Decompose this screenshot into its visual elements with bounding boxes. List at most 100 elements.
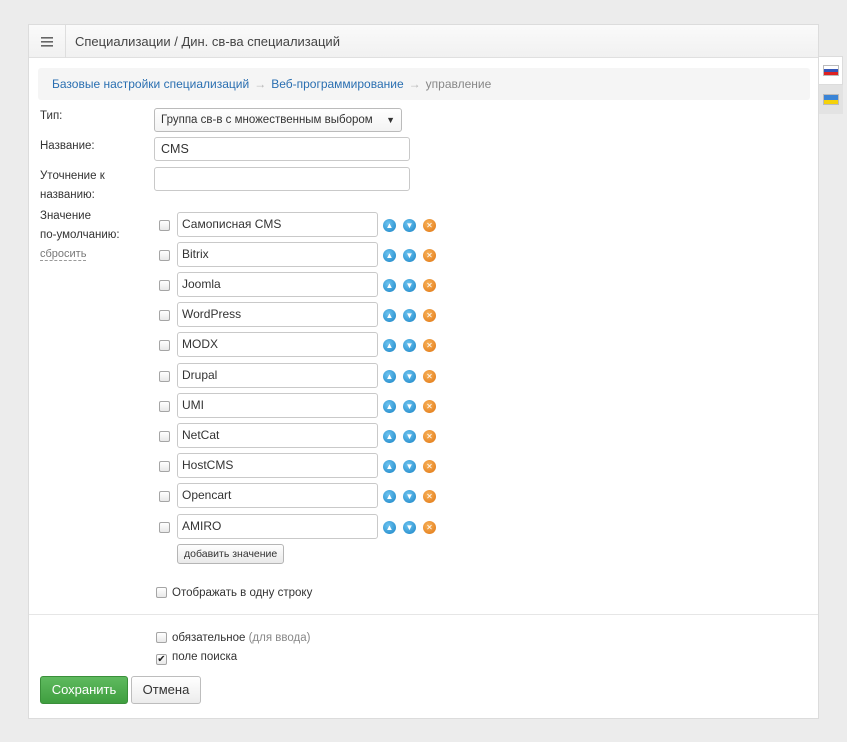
language-tabs: [819, 56, 843, 114]
reset-link[interactable]: сбросить: [40, 248, 87, 261]
arrow-up-circle-icon[interactable]: ▲: [383, 279, 396, 292]
default-label-line2: по-умолчанию:: [40, 229, 120, 241]
breadcrumb-link-web-programming[interactable]: Веб-программирование: [271, 77, 403, 91]
value-checkbox[interactable]: [159, 431, 170, 442]
value-checkbox[interactable]: [159, 491, 170, 502]
hamburger-icon: [41, 36, 53, 47]
value-input[interactable]: Bitrix: [177, 242, 378, 267]
value-checkbox[interactable]: [159, 340, 170, 351]
close-circle-icon[interactable]: ✕: [423, 521, 436, 534]
divider: [29, 614, 818, 615]
required-hint: (для ввода): [248, 632, 311, 644]
arrow-down-circle-icon[interactable]: ▼: [403, 279, 416, 292]
edit-panel: Специализации / Дин. св-ва специализаций…: [28, 24, 819, 719]
search-field-option[interactable]: ✔ поле поиска: [156, 650, 237, 665]
select-caret-icon: ▼: [386, 115, 395, 125]
arrow-down-circle-icon[interactable]: ▼: [403, 521, 416, 534]
one-line-label: Отображать в одну строку: [172, 587, 313, 599]
type-label: Тип:: [40, 110, 63, 122]
close-circle-icon[interactable]: ✕: [423, 460, 436, 473]
value-row: NetCat ▲ ▼ ✕: [157, 423, 457, 449]
search-field-checkbox[interactable]: ✔: [156, 654, 167, 665]
arrow-up-circle-icon[interactable]: ▲: [383, 460, 396, 473]
panel-header: Специализации / Дин. св-ва специализаций: [29, 25, 818, 58]
arrow-up-circle-icon[interactable]: ▲: [383, 370, 396, 383]
name-input[interactable]: CMS: [154, 137, 410, 161]
arrow-down-circle-icon[interactable]: ▼: [403, 219, 416, 232]
value-input[interactable]: WordPress: [177, 302, 378, 327]
value-checkbox[interactable]: [159, 220, 170, 231]
arrow-up-circle-icon[interactable]: ▲: [383, 249, 396, 262]
type-select[interactable]: Группа св-в с множественным выбором ▼: [154, 108, 402, 132]
close-circle-icon[interactable]: ✕: [423, 400, 436, 413]
value-row: Drupal ▲ ▼ ✕: [157, 363, 457, 389]
breadcrumb-separator: →: [254, 77, 267, 91]
value-input[interactable]: Opencart: [177, 483, 378, 508]
arrow-down-circle-icon[interactable]: ▼: [403, 370, 416, 383]
arrow-down-circle-icon[interactable]: ▼: [403, 309, 416, 322]
breadcrumb-link-base-settings[interactable]: Базовые настройки специализаций: [52, 77, 249, 91]
breadcrumb-current: управление: [425, 77, 492, 91]
flag-ru-icon: [822, 65, 839, 76]
value-checkbox[interactable]: [159, 250, 170, 261]
arrow-up-circle-icon[interactable]: ▲: [383, 219, 396, 232]
value-input[interactable]: Drupal: [177, 363, 378, 388]
value-row: AMIRO ▲ ▼ ✕: [157, 514, 457, 540]
value-input[interactable]: NetCat: [177, 423, 378, 448]
arrow-down-circle-icon[interactable]: ▼: [403, 460, 416, 473]
search-field-label: поле поиска: [172, 651, 238, 663]
clarify-label: Уточнение к названию:: [40, 167, 105, 205]
value-checkbox[interactable]: [159, 310, 170, 321]
one-line-checkbox[interactable]: [156, 587, 167, 598]
close-circle-icon[interactable]: ✕: [423, 279, 436, 292]
add-value-button[interactable]: добавить значение: [177, 544, 285, 564]
lang-tab-ru[interactable]: [819, 56, 843, 85]
value-checkbox[interactable]: [159, 522, 170, 533]
arrow-up-circle-icon[interactable]: ▲: [383, 309, 396, 322]
lang-tab-ua[interactable]: [819, 85, 843, 114]
value-checkbox[interactable]: [159, 371, 170, 382]
value-checkbox[interactable]: [159, 280, 170, 291]
arrow-up-circle-icon[interactable]: ▲: [383, 430, 396, 443]
one-line-option[interactable]: Отображать в одну строку: [156, 586, 312, 600]
close-circle-icon[interactable]: ✕: [423, 339, 436, 352]
value-input[interactable]: MODX: [177, 332, 378, 357]
value-row: WordPress ▲ ▼ ✕: [157, 302, 457, 328]
close-circle-icon[interactable]: ✕: [423, 249, 436, 262]
name-label: Название:: [40, 140, 95, 152]
value-input[interactable]: AMIRO: [177, 514, 378, 539]
page-title: Специализации / Дин. св-ва специализаций: [75, 34, 340, 49]
value-input[interactable]: Joomla: [177, 272, 378, 297]
value-checkbox[interactable]: [159, 461, 170, 472]
arrow-down-circle-icon[interactable]: ▼: [403, 400, 416, 413]
value-row: Joomla ▲ ▼ ✕: [157, 272, 457, 298]
arrow-up-circle-icon[interactable]: ▲: [383, 339, 396, 352]
default-label: Значение по-умолчанию: сбросить: [40, 207, 120, 264]
value-row: MODX ▲ ▼ ✕: [157, 332, 457, 358]
arrow-down-circle-icon[interactable]: ▼: [403, 430, 416, 443]
save-button[interactable]: Сохранить: [40, 676, 128, 704]
arrow-down-circle-icon[interactable]: ▼: [403, 490, 416, 503]
value-input[interactable]: UMI: [177, 393, 378, 418]
required-checkbox[interactable]: [156, 632, 167, 643]
arrow-up-circle-icon[interactable]: ▲: [383, 400, 396, 413]
value-input[interactable]: Самописная CMS: [177, 212, 378, 237]
close-circle-icon[interactable]: ✕: [423, 309, 436, 322]
arrow-down-circle-icon[interactable]: ▼: [403, 339, 416, 352]
close-circle-icon[interactable]: ✕: [423, 430, 436, 443]
menu-button[interactable]: [29, 25, 66, 58]
value-input[interactable]: HostCMS: [177, 453, 378, 478]
value-checkbox[interactable]: [159, 401, 170, 412]
required-label: обязательное: [172, 632, 246, 644]
arrow-down-circle-icon[interactable]: ▼: [403, 249, 416, 262]
close-circle-icon[interactable]: ✕: [423, 219, 436, 232]
arrow-up-circle-icon[interactable]: ▲: [383, 521, 396, 534]
clarify-label-line2: названию:: [40, 189, 95, 201]
cancel-button[interactable]: Отмена: [131, 676, 201, 704]
close-circle-icon[interactable]: ✕: [423, 490, 436, 503]
close-circle-icon[interactable]: ✕: [423, 370, 436, 383]
required-option[interactable]: обязательное (для ввода): [156, 631, 310, 645]
value-row: UMI ▲ ▼ ✕: [157, 393, 457, 419]
arrow-up-circle-icon[interactable]: ▲: [383, 490, 396, 503]
clarify-input[interactable]: [154, 167, 410, 191]
